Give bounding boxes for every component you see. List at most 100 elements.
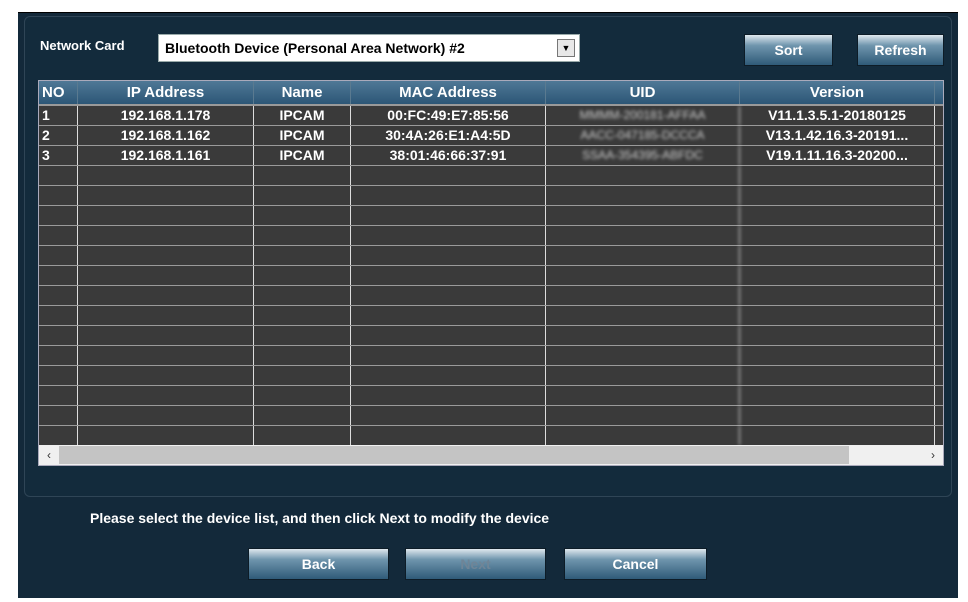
scroll-left-icon[interactable]: ‹ [39,448,59,462]
cell-name [254,226,351,245]
cell-mac [351,186,546,205]
instruction-text: Please select the device list, and then … [90,510,550,526]
header-ip[interactable]: IP Address [78,81,254,104]
cell-filler [935,266,943,285]
cell-name [254,266,351,285]
table-row[interactable] [39,346,943,366]
cell-name [254,406,351,425]
chevron-down-icon[interactable]: ▼ [557,39,575,57]
cell-name [254,206,351,225]
cell-mac: 38:01:46:66:37:91 [351,146,546,165]
horizontal-scrollbar[interactable]: ‹ › [39,445,943,465]
header-uid[interactable]: UID [546,81,740,104]
table-row[interactable] [39,226,943,246]
cell-mac [351,166,546,185]
cell-filler [935,166,943,185]
table-row[interactable] [39,286,943,306]
cell-ip [78,186,254,205]
cell-version [740,286,935,305]
table-row[interactable]: 1 192.168.1.178 IPCAM 00:FC:49:E7:85:56 MMMM… [39,106,943,126]
cell-name [254,166,351,185]
cell-mac [351,326,546,345]
header-no[interactable]: NO [39,81,78,104]
table-row[interactable] [39,266,943,286]
table-row[interactable] [39,406,943,426]
sort-button[interactable]: Sort [744,34,833,66]
table-row[interactable] [39,306,943,326]
cell-filler [935,326,943,345]
cell-filler [935,366,943,385]
cell-version: V13.1.42.16.3-20191... [740,126,935,145]
cell-ip [78,226,254,245]
cell-filler [935,186,943,205]
header-mac[interactable]: MAC Address [351,81,546,104]
cell-no [39,246,78,265]
table-row[interactable] [39,206,943,226]
refresh-button[interactable]: Refresh [857,34,944,66]
cell-mac: 30:4A:26:E1:A4:5D [351,126,546,145]
cell-mac [351,206,546,225]
cell-name [254,306,351,325]
cell-ip [78,426,254,445]
cell-uid [546,326,740,345]
header-name[interactable]: Name [254,81,351,104]
cell-version [740,166,935,185]
cell-ip: 192.168.1.162 [78,126,254,145]
table-row[interactable] [39,326,943,346]
cancel-button[interactable]: Cancel [564,548,707,580]
network-card-select[interactable]: Bluetooth Device (Personal Area Network)… [158,34,580,62]
cell-no [39,346,78,365]
cell-no: 3 [39,146,78,165]
cell-mac [351,346,546,365]
table-header: NO IP Address Name MAC Address UID Versi… [39,81,943,106]
table-row[interactable]: 2 192.168.1.162 IPCAM 30:4A:26:E1:A4:5D AACC… [39,126,943,146]
cell-no [39,226,78,245]
cell-no [39,426,78,445]
cell-uid [546,366,740,385]
cell-version [740,206,935,225]
cell-name [254,246,351,265]
cell-ip [78,206,254,225]
cell-name [254,186,351,205]
cell-version [740,266,935,285]
cell-uid [546,386,740,405]
cell-no [39,386,78,405]
scrollbar-thumb[interactable] [59,446,849,464]
table-row[interactable]: 3 192.168.1.161 IPCAM 38:01:46:66:37:91 SSAA… [39,146,943,166]
cell-no [39,366,78,385]
cell-filler [935,386,943,405]
cell-name: IPCAM [254,126,351,145]
network-card-label: Network Card [40,38,125,53]
cell-filler [935,146,943,165]
cell-uid: AACC-047185-DCCCA [546,126,740,145]
table-row[interactable] [39,166,943,186]
cell-no [39,326,78,345]
cell-ip [78,266,254,285]
table-row[interactable] [39,426,943,446]
cell-filler [935,306,943,325]
table-row[interactable] [39,366,943,386]
cell-uid [546,246,740,265]
cell-mac [351,386,546,405]
cell-uid [546,186,740,205]
cell-ip: 192.168.1.161 [78,146,254,165]
header-filler [935,81,943,104]
cell-ip [78,166,254,185]
table-row[interactable] [39,186,943,206]
device-table[interactable]: NO IP Address Name MAC Address UID Versi… [38,80,944,466]
table-row[interactable] [39,386,943,406]
cell-version [740,366,935,385]
cell-filler [935,346,943,365]
next-button[interactable]: Next [405,548,546,580]
cell-filler [935,406,943,425]
scroll-right-icon[interactable]: › [923,448,943,462]
cell-mac [351,246,546,265]
cell-no: 2 [39,126,78,145]
cell-uid [546,166,740,185]
network-card-value: Bluetooth Device (Personal Area Network)… [165,40,465,56]
header-version[interactable]: Version [740,81,935,104]
back-button[interactable]: Back [248,548,389,580]
cell-ip [78,366,254,385]
table-row[interactable] [39,246,943,266]
cell-no [39,306,78,325]
